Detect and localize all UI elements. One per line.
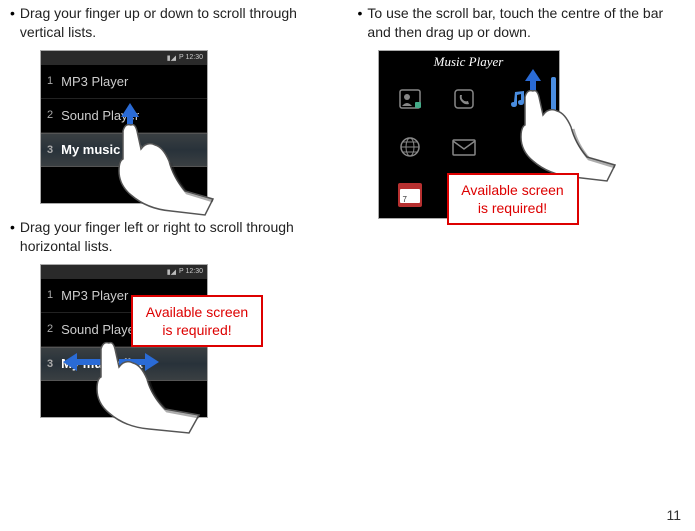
- warning-line: Available screen: [457, 181, 569, 199]
- status-bar: ▮◢ P 12:30: [41, 265, 207, 279]
- list-num: 2: [47, 323, 53, 335]
- tip-text: To use the scroll bar, touch the centre …: [367, 4, 685, 42]
- tip-text: Drag your finger up or down to scroll th…: [20, 4, 338, 42]
- warning-line: is required!: [457, 199, 569, 217]
- status-time: P 12:30: [179, 268, 203, 275]
- bullet-dot: •: [10, 4, 15, 42]
- status-bar: ▮◢ P 12:30: [41, 51, 207, 65]
- signal-icon: ▮◢: [167, 268, 176, 276]
- phone-icon: [451, 87, 477, 111]
- signal-icon: ▮◢: [167, 54, 176, 62]
- bullet-dot: •: [10, 218, 15, 256]
- list-label: MP3 Player: [61, 74, 128, 89]
- list-num: 1: [47, 75, 53, 87]
- list-label: Sound Player: [61, 322, 139, 337]
- arrow-vertical-icon: [117, 103, 143, 193]
- arrow-vertical-icon: [521, 69, 545, 141]
- bullet-dot: •: [358, 4, 363, 42]
- tip-vertical-scroll: • Drag your finger up or down to scroll …: [10, 4, 338, 42]
- warning-overlay: Available screen is required!: [131, 295, 263, 347]
- tip-text: Drag your finger left or right to scroll…: [20, 218, 338, 256]
- list-item: 1 MP3 Player: [41, 65, 207, 99]
- tip-scrollbar: • To use the scroll bar, touch the centr…: [358, 4, 686, 42]
- phone-illustration-scrollbar: Music Player: [378, 50, 560, 219]
- scrollbar-thumb: [551, 77, 556, 135]
- globe-icon: [397, 135, 423, 159]
- phone-illustration-vertical: ▮◢ P 12:30 1 MP3 Player 2 Sound Player 3…: [40, 50, 208, 204]
- calendar-icon: 7: [397, 183, 423, 207]
- warning-line: is required!: [141, 321, 253, 339]
- page-number: 11: [666, 507, 681, 523]
- tip-horizontal-scroll: • Drag your finger left or right to scro…: [10, 218, 338, 256]
- list-num: 3: [47, 144, 53, 156]
- contact-icon: [397, 87, 423, 111]
- left-column: • Drag your finger up or down to scroll …: [10, 4, 338, 432]
- list-num: 1: [47, 289, 53, 301]
- right-column: • To use the scroll bar, touch the centr…: [358, 4, 686, 432]
- warning-line: Available screen: [141, 303, 253, 321]
- arrow-horizontal-icon: [63, 349, 159, 375]
- status-time: P 12:30: [179, 54, 203, 61]
- list-label: MP3 Player: [61, 288, 128, 303]
- list-num: 3: [47, 358, 53, 370]
- warning-overlay: Available screen is required!: [447, 173, 579, 225]
- phone-illustration-horizontal: ▮◢ P 12:30 1 MP3 Player 2 Sound Player 3…: [40, 264, 208, 418]
- mail-icon: [451, 135, 477, 159]
- list-num: 2: [47, 109, 53, 121]
